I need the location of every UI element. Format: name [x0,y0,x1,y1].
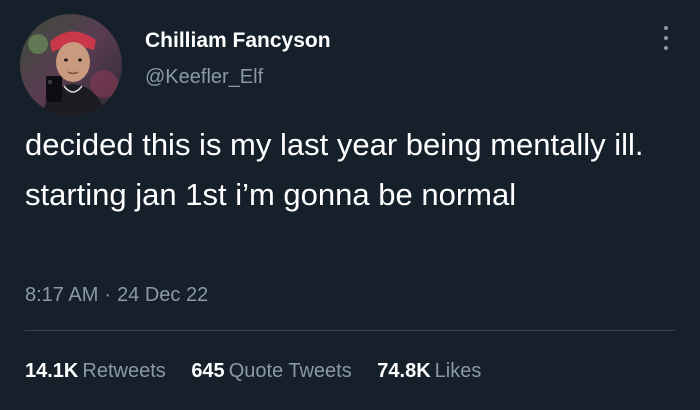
user-handle[interactable]: @Keefler_Elf [145,64,331,90]
tweet-time: 8:17 AM [25,284,99,306]
retweets-stat[interactable]: 14.1K Retweets [25,358,166,384]
likes-count: 74.8K [377,360,431,382]
retweets-count: 14.1K [25,360,79,382]
more-dot [664,26,668,30]
more-dot [664,36,668,40]
more-options-icon[interactable] [658,26,674,56]
likes-label: Likes [434,360,482,382]
timestamp-separator: · [104,284,112,306]
engagement-stats: 14.1K Retweets 645 Quote Tweets 74.8K Likes [25,358,501,384]
quote-tweets-label: Quote Tweets [228,360,352,382]
avatar[interactable] [20,14,122,116]
tweet-timestamp[interactable]: 8:17 AM · 24 Dec 22 [25,282,208,308]
divider [25,330,675,331]
tweet-card: Chilliam Fancyson @Keefler_Elf decided t… [0,0,700,410]
profile-photo-icon [20,14,122,116]
display-name[interactable]: Chilliam Fancyson [145,27,331,55]
likes-stat[interactable]: 74.8K Likes [377,358,481,384]
retweets-label: Retweets [82,360,166,382]
tweet-text: decided this is my last year being menta… [25,127,644,212]
quote-tweets-count: 645 [191,360,225,382]
tweet-date: 24 Dec 22 [117,284,209,306]
quote-tweets-stat[interactable]: 645 Quote Tweets [191,358,351,384]
more-dot [664,46,668,50]
author-info: Chilliam Fancyson @Keefler_Elf [145,27,331,90]
